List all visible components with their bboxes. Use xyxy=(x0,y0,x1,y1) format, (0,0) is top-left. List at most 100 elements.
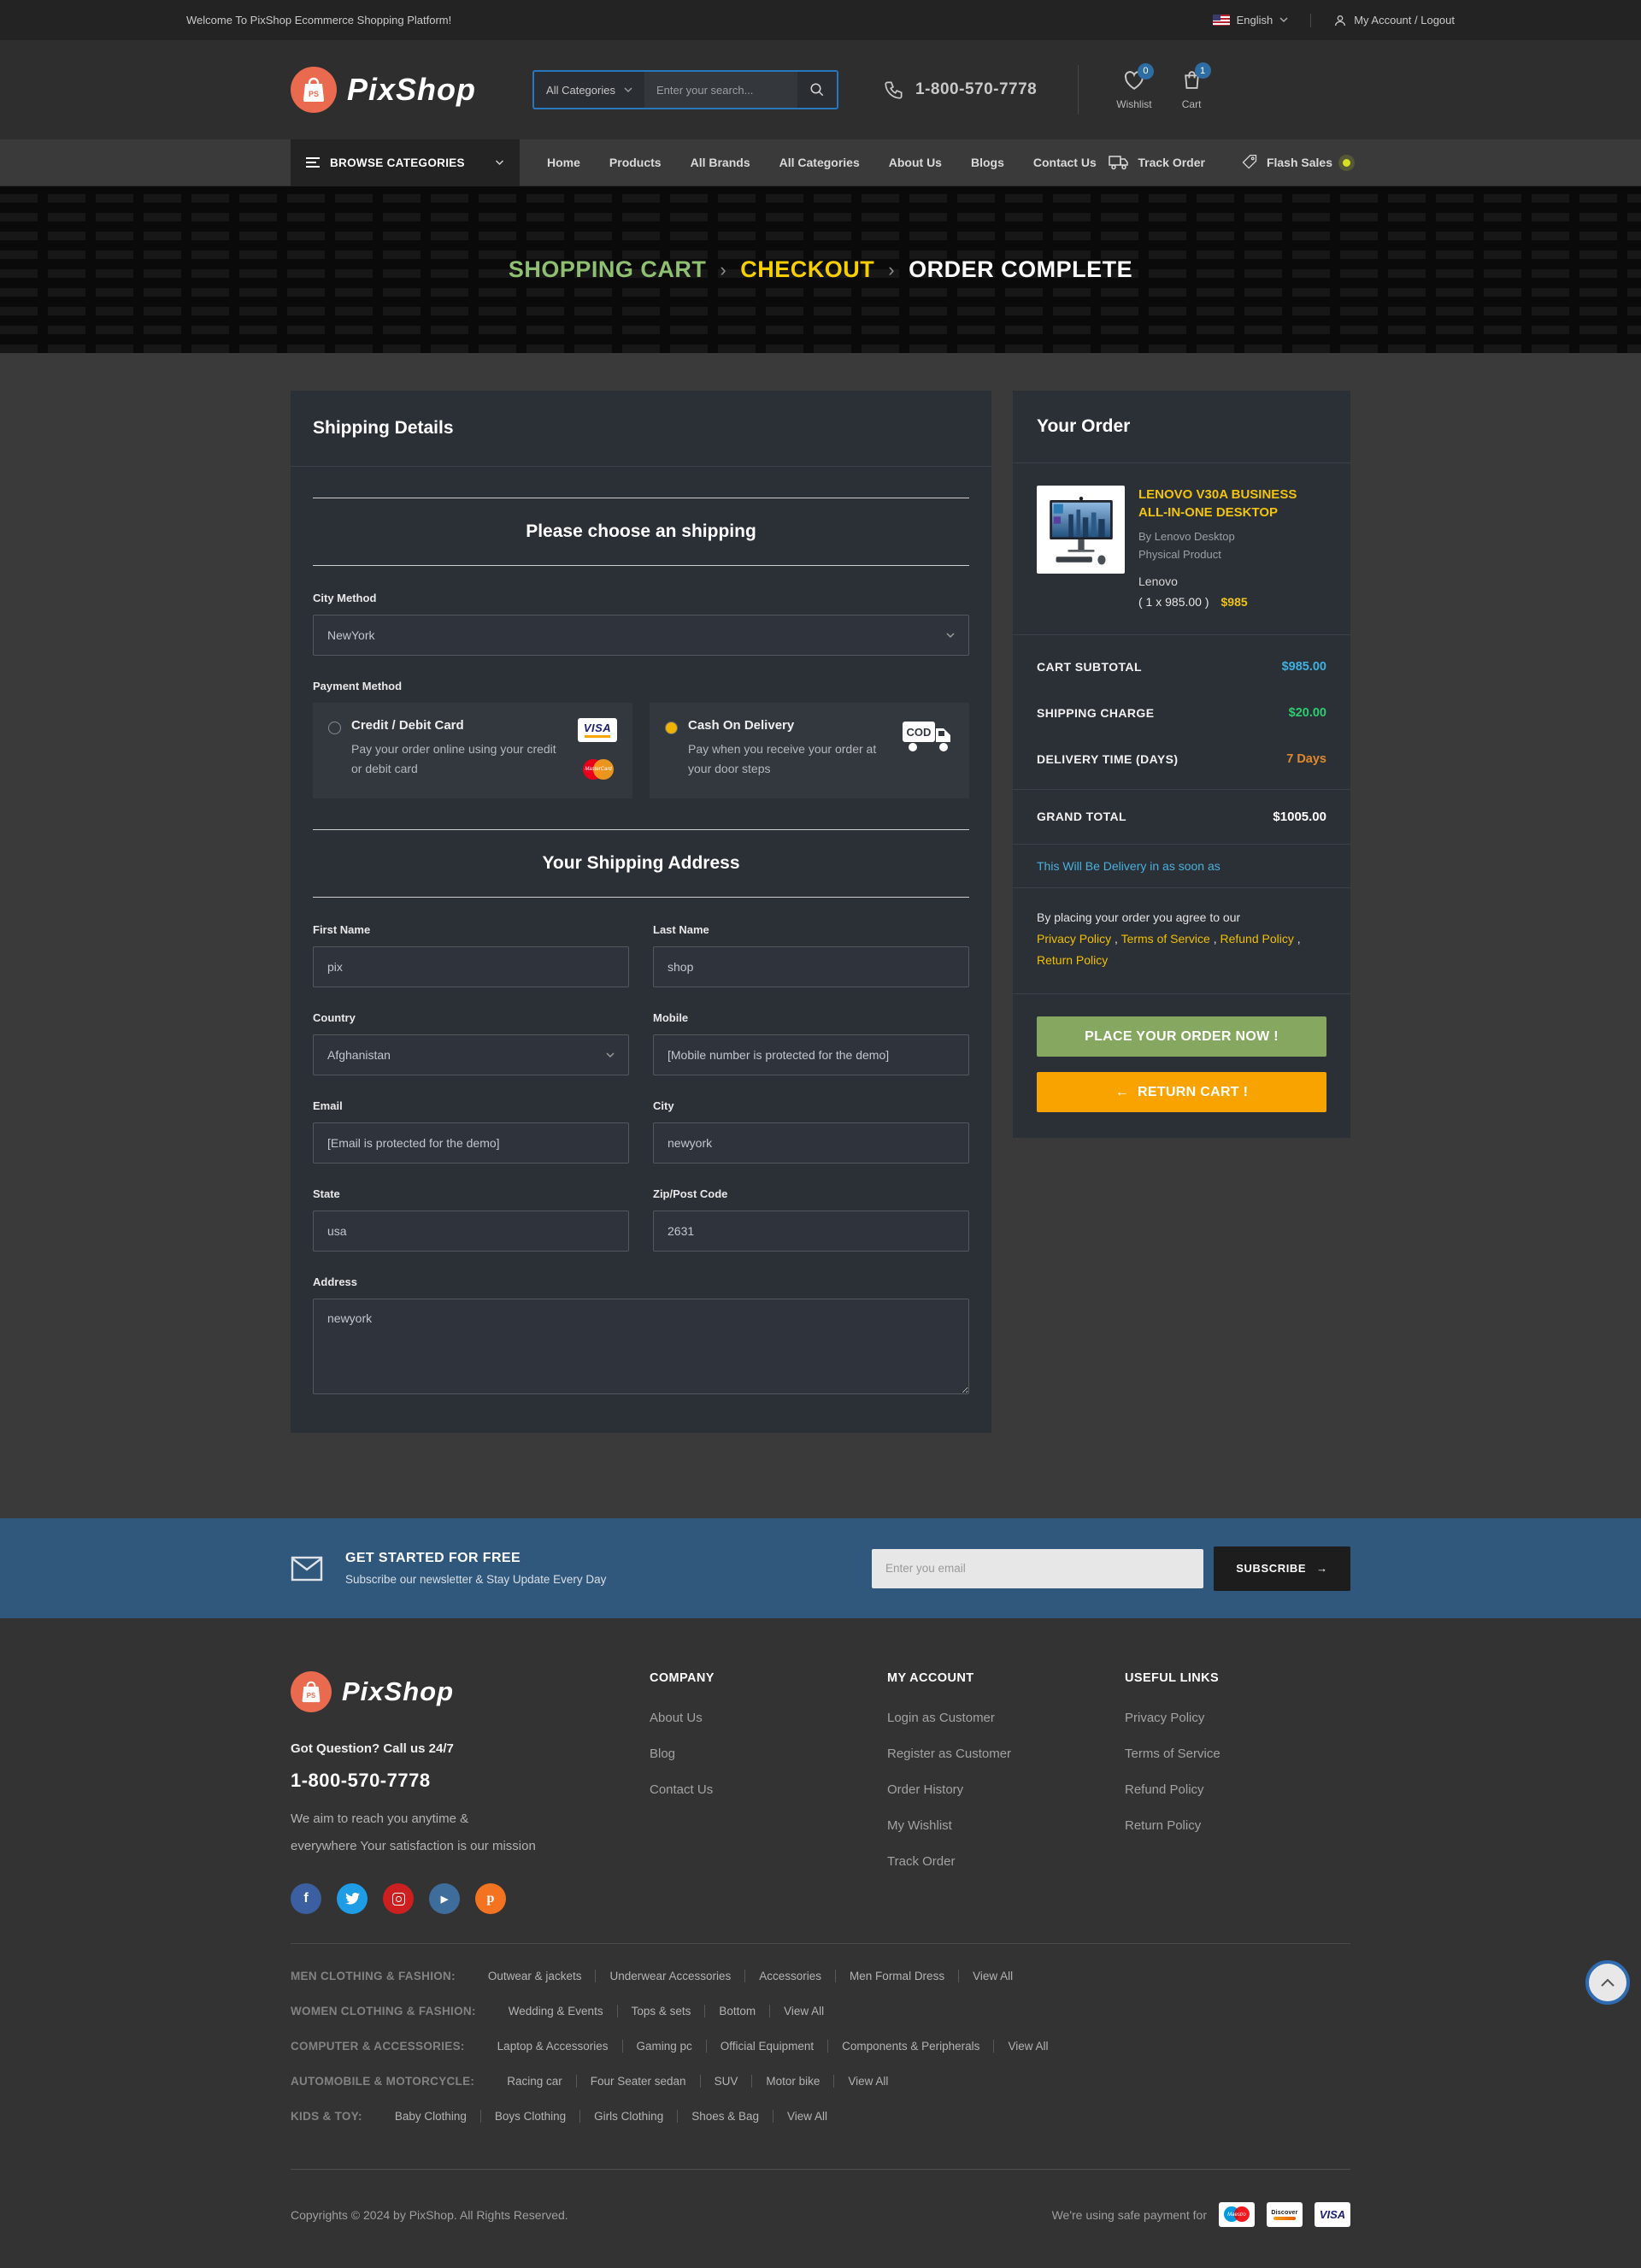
category-link[interactable]: Men Formal Dress xyxy=(835,1970,958,1982)
category-link[interactable]: Shoes & Bag xyxy=(677,2110,773,2123)
city-input[interactable] xyxy=(653,1122,969,1163)
category-link[interactable]: Gaming pc xyxy=(622,2040,706,2053)
shipping-charge-value: $20.00 xyxy=(1289,706,1326,720)
category-link[interactable]: Wedding & Events xyxy=(495,2005,617,2018)
account-link[interactable]: My Account / Logout xyxy=(1333,14,1455,27)
category-link-view-all[interactable]: View All xyxy=(993,2040,1062,2053)
footer-column-company: COMPANY About Us Blog Contact Us xyxy=(650,1671,887,1914)
category-link[interactable]: Accessories xyxy=(744,1970,835,1982)
track-order-link[interactable]: Track Order xyxy=(1109,155,1205,170)
twitter-icon[interactable] xyxy=(337,1883,368,1914)
choose-shipping-heading: Please choose an shipping xyxy=(313,498,969,566)
subscribe-button[interactable]: SUBSCRIBE → xyxy=(1214,1546,1350,1591)
newsletter-email-input[interactable] xyxy=(872,1549,1203,1588)
category-link[interactable]: Girls Clothing xyxy=(579,2110,677,2123)
category-link[interactable]: SUV xyxy=(700,2075,752,2088)
cart-button[interactable]: 1 Cart xyxy=(1181,69,1203,110)
footer-link-register[interactable]: Register as Customer xyxy=(887,1747,1125,1761)
payment-option-cod[interactable]: Cash On Delivery Pay when you receive yo… xyxy=(650,703,969,798)
search-button[interactable] xyxy=(797,72,837,108)
nav-link-contact-us[interactable]: Contact Us xyxy=(1033,156,1097,169)
category-link[interactable]: Boys Clothing xyxy=(480,2110,579,2123)
credit-card-radio[interactable] xyxy=(328,722,341,734)
footer-link-about-us[interactable]: About Us xyxy=(650,1711,887,1725)
breadcrumb-shopping-cart[interactable]: SHOPPING CART xyxy=(509,256,707,283)
footer-link-refund-policy[interactable]: Refund Policy xyxy=(1125,1782,1350,1797)
footer-link-return-policy[interactable]: Return Policy xyxy=(1125,1818,1350,1833)
youtube-icon[interactable]: ▶ xyxy=(429,1883,460,1914)
search-category-dropdown[interactable]: All Categories xyxy=(534,72,644,108)
category-link-view-all[interactable]: View All xyxy=(958,1970,1026,1982)
footer-link-contact-us[interactable]: Contact Us xyxy=(650,1782,887,1797)
first-name-input[interactable] xyxy=(313,946,629,987)
terms-of-service-link[interactable]: Terms of Service xyxy=(1121,932,1210,945)
nav-link-home[interactable]: Home xyxy=(547,156,580,169)
category-link[interactable]: Tops & sets xyxy=(617,2005,705,2018)
category-link[interactable]: Underwear Accessories xyxy=(595,1970,744,1982)
facebook-icon[interactable]: f xyxy=(291,1883,321,1914)
category-link[interactable]: Baby Clothing xyxy=(381,2110,480,2123)
logo[interactable]: PS PixShop xyxy=(291,67,476,113)
state-input[interactable] xyxy=(313,1211,629,1252)
city-method-select[interactable]: NewYork xyxy=(313,615,969,656)
wishlist-button[interactable]: 0 Wishlist xyxy=(1116,70,1151,110)
grand-total-label: GRAND TOTAL xyxy=(1037,810,1126,823)
footer-link-login[interactable]: Login as Customer xyxy=(887,1711,1125,1725)
search-input[interactable] xyxy=(644,72,797,108)
category-link-view-all[interactable]: View All xyxy=(773,2110,841,2123)
breadcrumb-checkout[interactable]: CHECKOUT xyxy=(740,256,874,283)
svg-text:PS: PS xyxy=(309,90,319,98)
footer-link-track-order[interactable]: Track Order xyxy=(887,1854,1125,1869)
payment-option-card[interactable]: Credit / Debit Card Pay your order onlin… xyxy=(313,703,632,798)
nav-link-blogs[interactable]: Blogs xyxy=(971,156,1004,169)
return-policy-link[interactable]: Return Policy xyxy=(1037,953,1108,967)
footer-logo[interactable]: PS PixShop xyxy=(291,1671,650,1712)
category-link[interactable]: Bottom xyxy=(704,2005,769,2018)
language-selector[interactable]: English xyxy=(1213,14,1289,27)
copyright-bar: Copyrights © 2024 by PixShop. All Rights… xyxy=(291,2169,1350,2268)
flash-sales-link[interactable]: Flash Sales xyxy=(1241,154,1350,171)
email-input[interactable] xyxy=(313,1122,629,1163)
place-order-button[interactable]: PLACE YOUR ORDER NOW ! xyxy=(1037,1016,1326,1057)
scroll-to-top-button[interactable] xyxy=(1585,1960,1630,2005)
nav-link-all-brands[interactable]: All Brands xyxy=(691,156,750,169)
category-link[interactable]: Outwear & jackets xyxy=(474,1970,596,1982)
footer-link-order-history[interactable]: Order History xyxy=(887,1782,1125,1797)
category-link[interactable]: Laptop & Accessories xyxy=(484,2040,622,2053)
country-select[interactable]: Afghanistan xyxy=(313,1034,629,1075)
product-name[interactable]: LENOVO V30A BUSINESS ALL-IN-ONE DESKTOP xyxy=(1138,486,1326,521)
zip-input[interactable] xyxy=(653,1211,969,1252)
category-link[interactable]: Racing car xyxy=(493,2075,576,2088)
mobile-input[interactable] xyxy=(653,1034,969,1075)
instagram-icon[interactable] xyxy=(383,1883,414,1914)
field-email: Email xyxy=(313,1099,629,1163)
category-link[interactable]: Components & Peripherals xyxy=(827,2040,993,2053)
category-link[interactable]: Official Equipment xyxy=(706,2040,827,2053)
return-cart-button[interactable]: ← RETURN CART ! xyxy=(1037,1072,1326,1112)
last-name-input[interactable] xyxy=(653,946,969,987)
footer-link-blog[interactable]: Blog xyxy=(650,1747,887,1761)
footer-link-terms[interactable]: Terms of Service xyxy=(1125,1747,1350,1761)
nav-link-all-categories[interactable]: All Categories xyxy=(779,156,860,169)
address-textarea[interactable]: newyork xyxy=(313,1299,969,1394)
category-link-view-all[interactable]: View All xyxy=(769,2005,838,2018)
product-by: By Lenovo Desktop xyxy=(1138,528,1326,546)
delivery-note-link[interactable]: This Will Be Delivery in as soon as xyxy=(1013,845,1350,888)
footer-link-privacy-policy[interactable]: Privacy Policy xyxy=(1125,1711,1350,1725)
product-thumbnail[interactable] xyxy=(1037,486,1125,574)
cod-truck-icon: COD xyxy=(901,718,954,754)
category-link-view-all[interactable]: View All xyxy=(833,2075,902,2088)
nav-link-about-us[interactable]: About Us xyxy=(889,156,942,169)
header-phone: 1-800-570-7778 xyxy=(883,79,1037,101)
category-link[interactable]: Four Seater sedan xyxy=(576,2075,700,2088)
cod-radio[interactable] xyxy=(665,722,678,734)
category-link[interactable]: Motor bike xyxy=(751,2075,833,2088)
privacy-policy-link[interactable]: Privacy Policy xyxy=(1037,932,1111,945)
pinterest-icon[interactable]: p xyxy=(475,1883,506,1914)
refund-policy-link[interactable]: Refund Policy xyxy=(1220,932,1293,945)
footer-link-my-wishlist[interactable]: My Wishlist xyxy=(887,1818,1125,1833)
nav-link-products[interactable]: Products xyxy=(609,156,662,169)
zip-label: Zip/Post Code xyxy=(653,1187,969,1200)
svg-text:COD: COD xyxy=(907,726,932,739)
browse-categories-button[interactable]: BROWSE CATEGORIES xyxy=(291,139,520,186)
